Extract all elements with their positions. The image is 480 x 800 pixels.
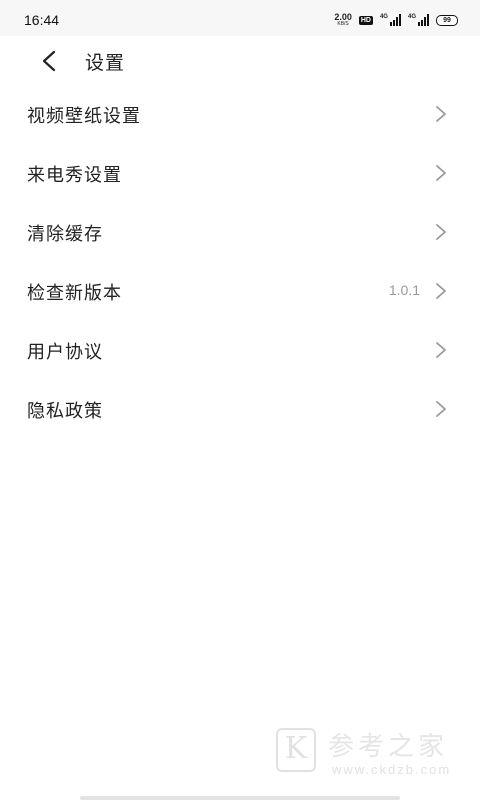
chevron-right-icon [436, 224, 446, 240]
network-speed: 2.00 KB/S [334, 13, 352, 27]
signal-label-sim1: 4G [379, 14, 388, 20]
watermark: K 参考之家 www.ckdzb.com [274, 724, 474, 784]
status-bar: 16:44 2.00 KB/S HD 4G 4G 99 [0, 0, 480, 36]
signal-icon-sim2: 4G [408, 14, 429, 26]
settings-list: 视频壁纸设置 来电秀设置 清除缓存 检查新版本 1.0.1 用户协议 隐私政策 [0, 84, 480, 438]
back-button[interactable] [34, 46, 64, 76]
chevron-right-icon [436, 106, 446, 122]
settings-item-video-wallpaper[interactable]: 视频壁纸设置 [0, 84, 480, 143]
settings-item-label: 来电秀设置 [27, 165, 122, 186]
signal-label-sim2: 4G [407, 14, 416, 20]
battery-icon: 99 [436, 14, 458, 26]
home-indicator [80, 796, 400, 800]
settings-item-user-agreement[interactable]: 用户协议 [0, 320, 480, 379]
chevron-right-icon [436, 401, 446, 417]
chevron-right-icon [436, 165, 446, 181]
settings-item-label: 检查新版本 [27, 283, 122, 304]
chevron-right-icon [436, 283, 446, 299]
settings-item-privacy-policy[interactable]: 隐私政策 [0, 379, 480, 438]
settings-screen: 16:44 2.00 KB/S HD 4G 4G 99 设置 视频壁纸设置 来电… [0, 0, 480, 800]
settings-item-label: 隐私政策 [27, 401, 103, 422]
version-number: 1.0.1 [388, 282, 420, 298]
watermark-logo: K [276, 728, 316, 772]
signal-icon-sim1: 4G [380, 14, 401, 26]
watermark-url: www.ckdzb.com [332, 762, 452, 777]
settings-item-check-update[interactable]: 检查新版本 1.0.1 [0, 261, 480, 320]
chevron-left-icon [42, 50, 56, 72]
settings-item-label: 用户协议 [27, 342, 103, 363]
status-time: 16:44 [24, 12, 60, 28]
app-header: 设置 [0, 36, 480, 84]
settings-item-label: 清除缓存 [27, 224, 103, 245]
status-icons: 2.00 KB/S HD 4G 4G 99 [334, 13, 458, 27]
hd-voice-icon: HD [358, 15, 373, 25]
settings-item-label: 视频壁纸设置 [27, 106, 141, 127]
page-title: 设置 [85, 52, 126, 74]
settings-item-caller-show[interactable]: 来电秀设置 [0, 143, 480, 202]
network-speed-unit: KB/S [337, 21, 349, 27]
chevron-right-icon [436, 342, 446, 358]
watermark-title: 参考之家 [328, 732, 449, 762]
settings-item-clear-cache[interactable]: 清除缓存 [0, 202, 480, 261]
